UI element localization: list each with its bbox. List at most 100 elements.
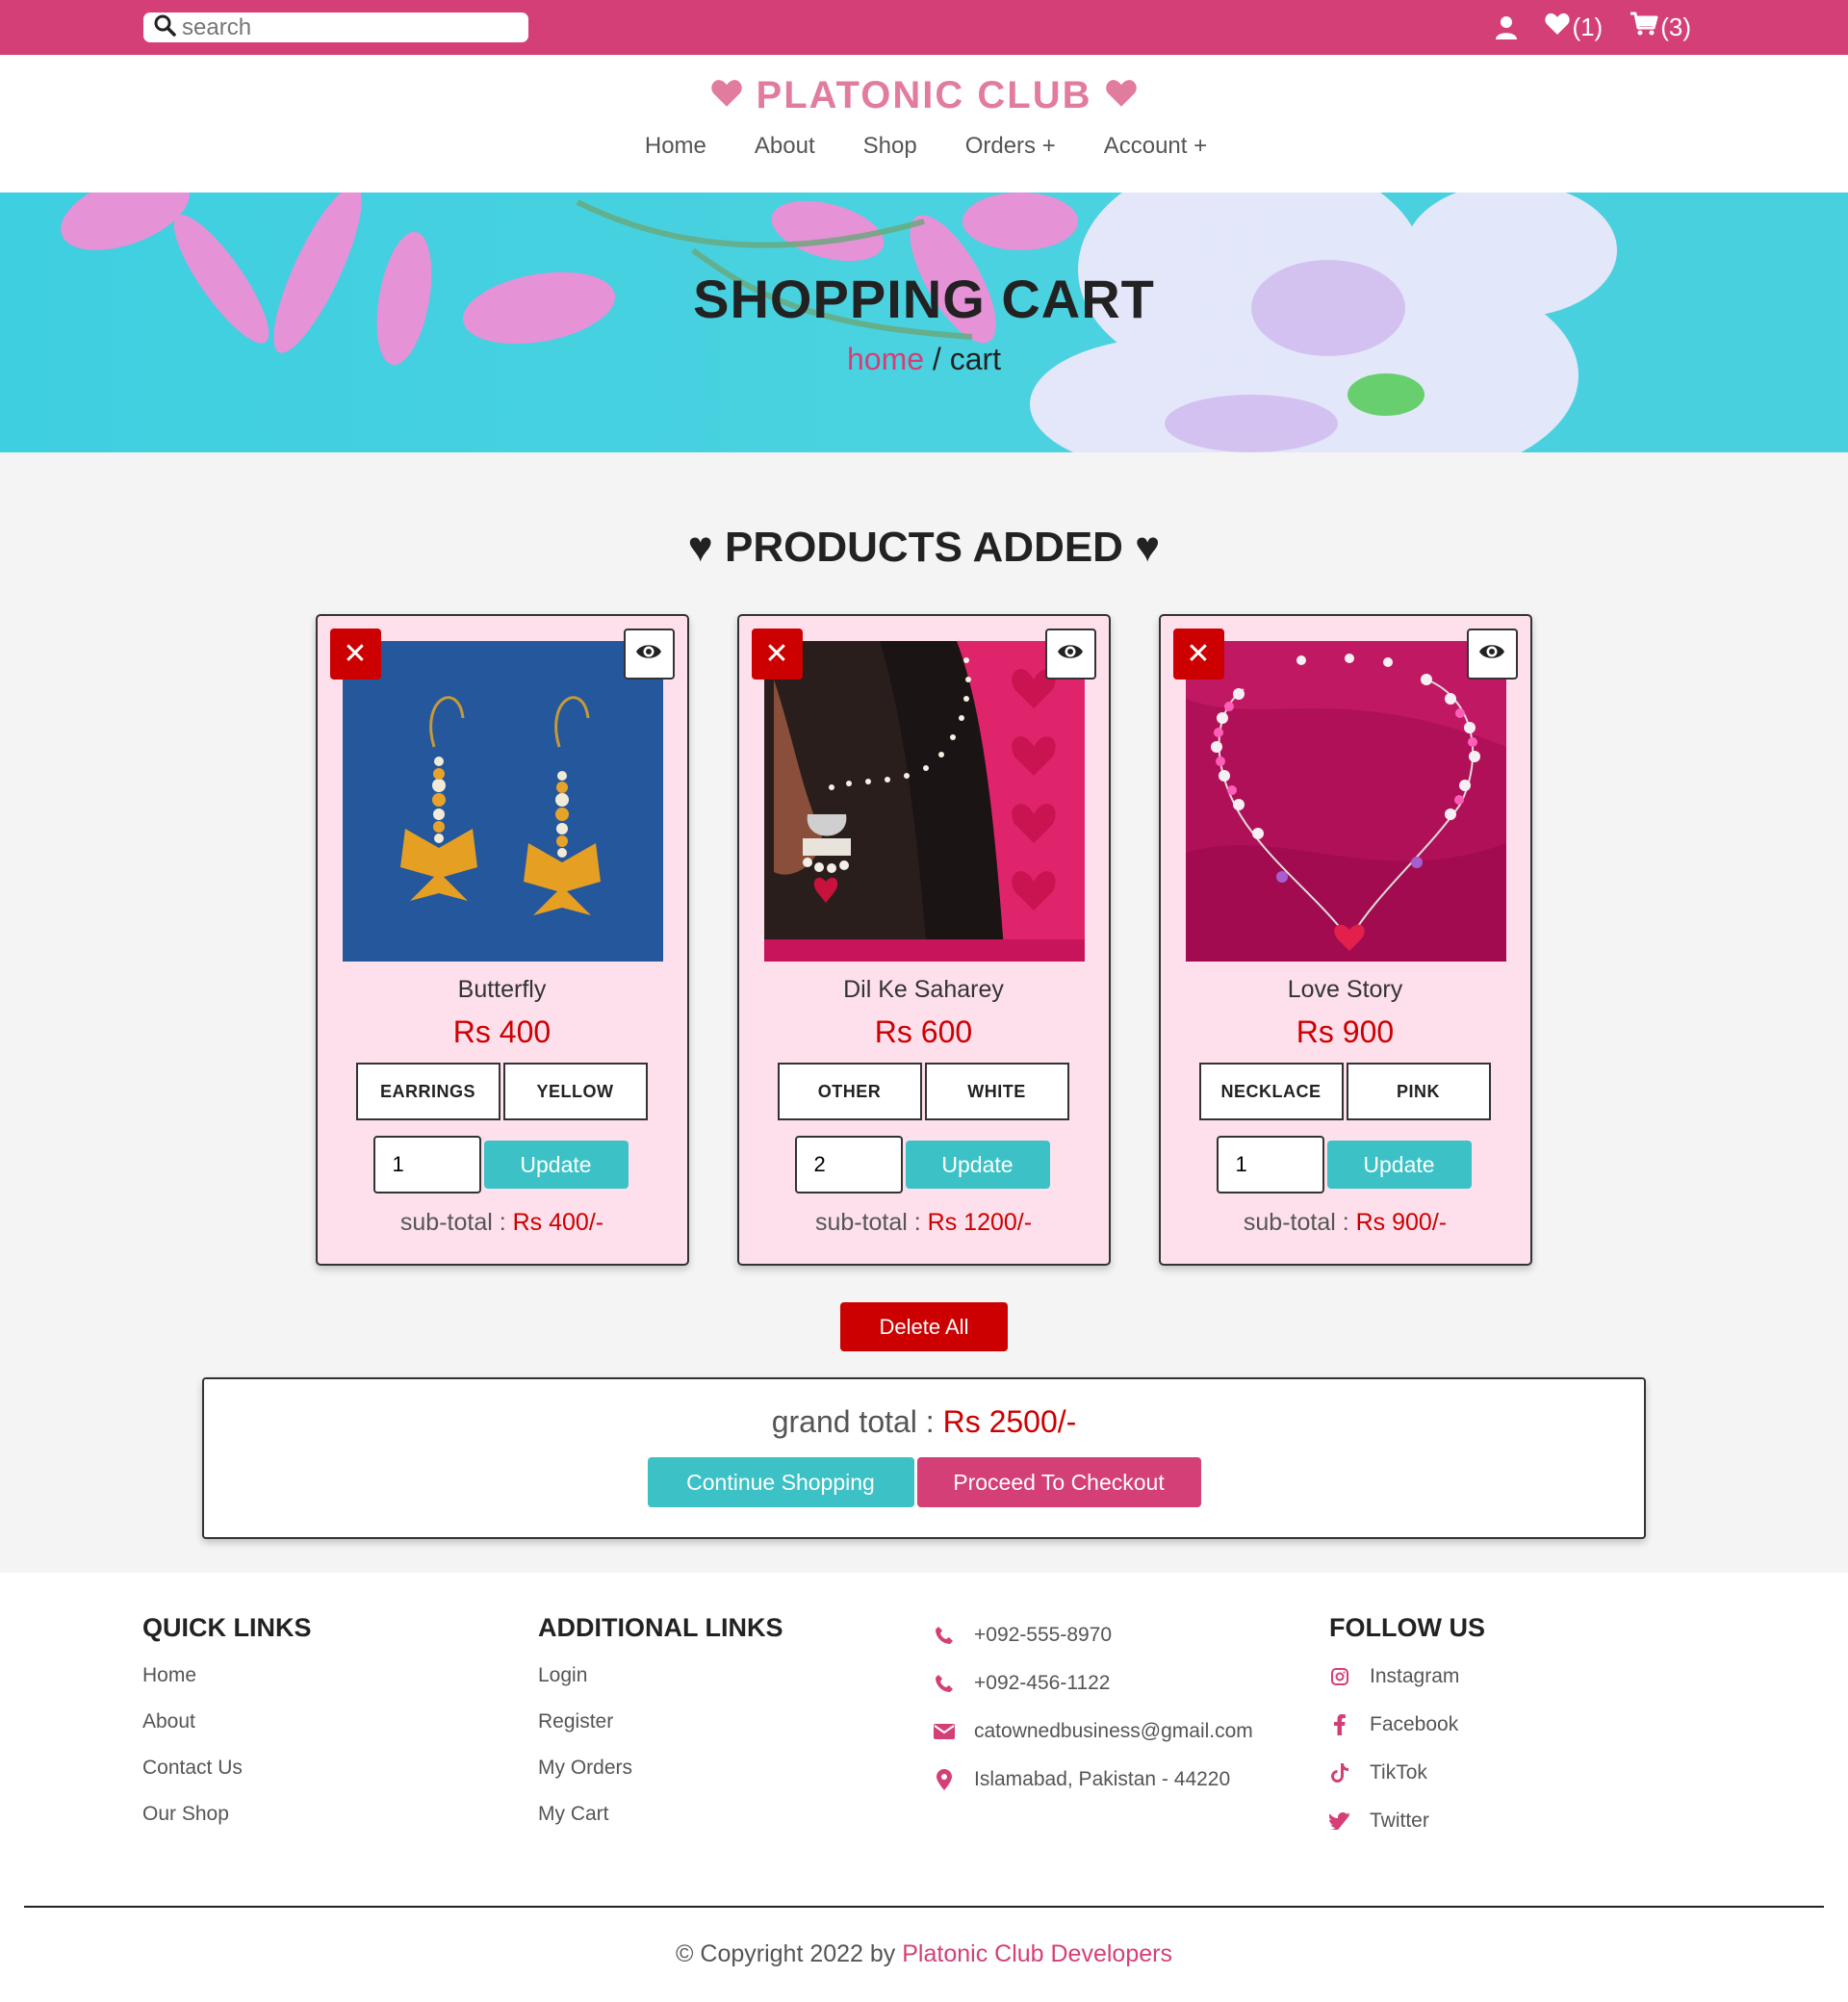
view-item-button[interactable] — [623, 629, 675, 680]
logo[interactable]: PLATONIC CLUB — [0, 55, 1848, 117]
follow-us-title: FOLLOW US — [1329, 1613, 1485, 1642]
contact-email: catownedbusiness@gmail.com — [934, 1719, 1329, 1743]
close-icon: ✕ — [1186, 638, 1211, 670]
contact-text: +092-456-1122 — [974, 1671, 1111, 1694]
wishlist-count: (1) — [1572, 13, 1604, 41]
contact-address: Islamabad, Pakistan - 44220 — [934, 1767, 1329, 1791]
map-pin-icon — [934, 1768, 955, 1790]
footer-link-my-cart[interactable]: My Cart — [538, 1803, 934, 1826]
nav-home[interactable]: Home — [645, 133, 706, 160]
envelope-icon — [934, 1723, 955, 1739]
contact-text: Islamabad, Pakistan - 44220 — [974, 1767, 1231, 1790]
quick-links-column: QUICK LINKS Home About Contact Us Our Sh… — [142, 1613, 538, 1857]
footer-link-my-orders[interactable]: My Orders — [538, 1757, 934, 1780]
search-box[interactable] — [143, 13, 528, 42]
product-image[interactable] — [342, 641, 663, 962]
subtotal: sub-total : Rs 900/- — [1161, 1209, 1530, 1237]
cart-products: ✕ Butterfly Rs 400 EARRINGS YELLOW 1 Upd… — [0, 614, 1848, 1266]
social-tiktok-link[interactable]: TikTok — [1329, 1760, 1725, 1784]
product-name: Dil Ke Saharey — [843, 976, 1004, 1003]
additional-links-title: ADDITIONAL LINKS — [538, 1613, 783, 1642]
heart-icon — [710, 74, 743, 117]
cart-icon — [1630, 12, 1658, 43]
breadcrumb-current: cart — [949, 342, 1002, 376]
remove-item-button[interactable]: ✕ — [329, 629, 381, 680]
site-header: PLATONIC CLUB Home About Shop Orders + A… — [0, 55, 1848, 192]
delete-all-button[interactable]: Delete All — [840, 1302, 1008, 1351]
color-tag: WHITE — [924, 1063, 1069, 1120]
cart-summary: grand total : Rs 2500/- Continue Shoppin… — [202, 1377, 1646, 1539]
search-icon[interactable] — [153, 13, 176, 41]
contact-phone-2: +092-456-1122 — [934, 1671, 1329, 1695]
footer-link-shop[interactable]: Our Shop — [142, 1803, 538, 1826]
view-item-button[interactable] — [1044, 629, 1096, 680]
product-price: Rs 400 — [452, 1014, 552, 1049]
additional-links-column: ADDITIONAL LINKS Login Register My Order… — [538, 1613, 934, 1857]
search-input[interactable] — [182, 13, 509, 41]
social-instagram-link[interactable]: Instagram — [1329, 1664, 1725, 1688]
product-price: Rs 600 — [874, 1014, 973, 1049]
top-bar: (1) (3) — [0, 0, 1848, 55]
grand-total: grand total : Rs 2500/- — [204, 1379, 1644, 1440]
category-tag: EARRINGS — [355, 1063, 500, 1120]
footer-link-home[interactable]: Home — [142, 1664, 538, 1687]
checkout-button[interactable]: Proceed To Checkout — [916, 1457, 1201, 1507]
product-image[interactable] — [1185, 641, 1506, 962]
footer-divider — [24, 1906, 1824, 1908]
footer-link-login[interactable]: Login — [538, 1664, 934, 1687]
nav-about[interactable]: About — [755, 133, 815, 160]
eye-icon — [635, 642, 662, 666]
category-tag: NECKLACE — [1198, 1063, 1344, 1120]
facebook-icon — [1329, 1713, 1350, 1735]
continue-shopping-button[interactable]: Continue Shopping — [647, 1457, 914, 1507]
breadcrumb-separator: / — [924, 342, 950, 376]
contact-text: catownedbusiness@gmail.com — [974, 1719, 1253, 1742]
cart-link[interactable]: (3) — [1630, 12, 1691, 43]
quantity-input[interactable] — [794, 1136, 903, 1194]
social-twitter-link[interactable]: Twitter — [1329, 1809, 1725, 1833]
view-item-button[interactable] — [1466, 629, 1518, 680]
breadcrumb-home-link[interactable]: home — [847, 342, 924, 376]
update-quantity-button[interactable]: Update — [483, 1141, 629, 1189]
close-icon: ✕ — [343, 638, 368, 670]
copyright-text: © Copyright 2022 by — [676, 1940, 903, 1967]
product-price: Rs 900 — [1296, 1014, 1395, 1049]
eye-icon — [1057, 642, 1084, 666]
quantity-input[interactable] — [1216, 1136, 1324, 1194]
quick-links-title: QUICK LINKS — [142, 1613, 312, 1642]
breadcrumb: home / cart — [0, 342, 1848, 377]
wishlist-link[interactable]: (1) — [1545, 13, 1603, 42]
brand-name: PLATONIC CLUB — [756, 74, 1092, 116]
social-label: TikTok — [1370, 1760, 1427, 1784]
follow-us-column: FOLLOW US Instagram Facebook TikTok Twit… — [1329, 1613, 1725, 1857]
update-quantity-button[interactable]: Update — [1326, 1141, 1472, 1189]
nav-orders[interactable]: Orders + — [965, 133, 1056, 160]
developers-link[interactable]: Platonic Club Developers — [902, 1940, 1172, 1967]
contact-text: +092-555-8970 — [974, 1623, 1113, 1646]
social-label: Instagram — [1370, 1664, 1460, 1687]
social-facebook-link[interactable]: Facebook — [1329, 1712, 1725, 1736]
footer-link-register[interactable]: Register — [538, 1710, 934, 1733]
main-nav: Home About Shop Orders + Account + — [4, 133, 1848, 160]
remove-item-button[interactable]: ✕ — [1172, 629, 1224, 680]
footer-link-contact[interactable]: Contact Us — [142, 1757, 538, 1780]
footer-link-about[interactable]: About — [142, 1710, 538, 1733]
heart-icon — [1105, 74, 1138, 117]
twitter-icon — [1329, 1811, 1350, 1830]
category-tag: OTHER — [777, 1063, 922, 1120]
cart-item-card: ✕ Love Story Rs 900 NECKLACE PINK 1 Upda… — [1158, 614, 1532, 1266]
product-name: Love Story — [1287, 976, 1403, 1003]
nav-account[interactable]: Account + — [1104, 133, 1207, 160]
user-icon[interactable] — [1495, 15, 1518, 40]
cart-count: (3) — [1660, 13, 1691, 41]
cart-item-card: ✕ Butterfly Rs 400 EARRINGS YELLOW 1 Upd… — [315, 614, 689, 1266]
product-image[interactable] — [763, 641, 1085, 962]
section-title: ♥ PRODUCTS ADDED ♥ — [687, 524, 1161, 571]
update-quantity-button[interactable]: Update — [905, 1141, 1050, 1189]
quantity-input[interactable] — [372, 1136, 481, 1194]
remove-item-button[interactable]: ✕ — [751, 629, 803, 680]
color-tag: YELLOW — [502, 1063, 648, 1120]
heart-icon — [1545, 13, 1571, 42]
nav-shop[interactable]: Shop — [863, 133, 917, 160]
social-label: Twitter — [1370, 1809, 1429, 1832]
